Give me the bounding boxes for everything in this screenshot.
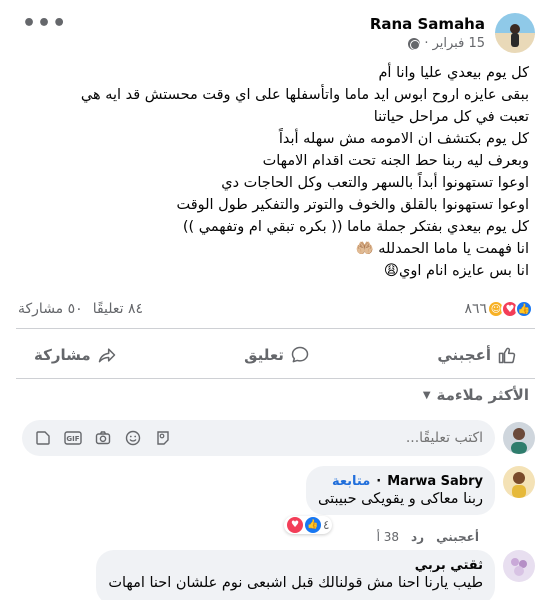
post-card: Rana Samaha 15 فبراير · ••• كل يوم بيعدي… [0, 0, 551, 600]
comment-icon [291, 346, 309, 363]
comment-text: ربنا معاكى و يقويكى حبيبتى [318, 491, 483, 507]
like-react-icon: 👍 [305, 517, 321, 533]
emoji-icon[interactable] [124, 429, 142, 447]
camera-icon[interactable] [94, 429, 112, 447]
post-stats: ٨٤ تعليقًا ٥٠ مشاركة ٨٦٦ ☺ ♥ 👍 [18, 296, 533, 322]
comment-composer: GIF [22, 420, 535, 456]
like-react-icon: 👍 [515, 300, 533, 318]
current-user-avatar[interactable] [503, 422, 535, 454]
post-line: كل يوم بكتشف ان الامومه مش سهله أبداً [278, 131, 529, 147]
comment-meta: أعجبني رد 38 أ [377, 530, 479, 544]
comment-button[interactable]: تعليق [228, 341, 326, 369]
comment-input[interactable] [303, 430, 483, 446]
commenter-avatar[interactable] [503, 466, 535, 498]
comment-sort-dropdown[interactable]: الأكثر ملاءمة ▼ [423, 386, 529, 404]
post-actions: أعجبني تعليق مشاركة [18, 338, 533, 372]
comments-count[interactable]: ٨٤ تعليقًا [93, 301, 143, 317]
thumbs-up-icon [498, 347, 516, 364]
comment-item: ثقتي بربي طيب يارنا احنا مش قولنالك قبل … [96, 550, 535, 600]
love-react-icon: ♥ [287, 517, 303, 533]
author-avatar[interactable] [495, 13, 535, 53]
comment-reactions[interactable]: ♥ 👍 ٤ [284, 516, 333, 534]
like-button[interactable]: أعجبني [421, 341, 533, 369]
comment-time[interactable]: 38 أ [377, 530, 399, 544]
author-name[interactable]: Rana Samaha [370, 15, 485, 33]
svg-text:GIF: GIF [66, 435, 79, 443]
share-label: مشاركة [34, 346, 91, 364]
share-button[interactable]: مشاركة [18, 341, 133, 369]
post-line: كل يوم بيعدي عليا وانا أم [378, 65, 529, 81]
reactions-count[interactable]: ٨٦٦ [464, 301, 487, 317]
comment-like-button[interactable]: أعجبني [436, 530, 479, 544]
post-line: وبعرف ليه ربنا حط الجنه تحت اقدام الامها… [262, 153, 529, 169]
comment-label: تعليق [244, 346, 284, 364]
comment-reply-button[interactable]: رد [411, 530, 424, 544]
gif-icon[interactable]: GIF [64, 429, 82, 447]
commenter-name[interactable]: Marwa Sabry [387, 474, 483, 489]
post-header: Rana Samaha 15 فبراير · [0, 8, 551, 58]
divider [16, 378, 535, 379]
commenter-name[interactable]: ثقتي بربي [415, 558, 483, 573]
sort-label: الأكثر ملاءمة [436, 386, 529, 404]
commenter-avatar[interactable] [503, 550, 535, 582]
post-line: انا فهمت يا ماما الحمدلله 🤲🏼 [355, 241, 529, 257]
avatar-sticker-icon[interactable] [154, 429, 172, 447]
globe-icon [408, 37, 421, 50]
comment-text: طيب يارنا احنا مش قولنالك قبل اشبعى نوم … [108, 575, 483, 591]
post-line: كل يوم بيعدي بفتكر جملة ماما (( بكره تبق… [182, 219, 529, 235]
shares-count[interactable]: ٥٠ مشاركة [18, 301, 83, 317]
post-line: ببقى عايزه اروح ابوس ايد ماما واتأسفلها … [80, 87, 529, 103]
chevron-down-icon: ▼ [422, 389, 431, 401]
comment-bubble: ثقتي بربي طيب يارنا احنا مش قولنالك قبل … [96, 550, 495, 600]
share-icon [98, 348, 115, 363]
like-label: أعجبني [437, 346, 491, 364]
post-date[interactable]: 15 فبراير · [424, 36, 485, 51]
post-line: اوعوا تستهونوا أبداً بالسهر والتعب وكل ا… [221, 175, 529, 191]
comment-input-box[interactable]: GIF [22, 420, 495, 456]
more-options-button[interactable]: ••• [22, 13, 67, 35]
sticker-icon[interactable] [34, 429, 52, 447]
post-line: انا بس عايزه انام اوي😩 [383, 263, 529, 279]
divider [16, 328, 535, 329]
follow-button[interactable]: متابعة [332, 474, 370, 489]
comment-item: Marwa Sabry · متابعة ربنا معاكى و يقويكى… [306, 466, 535, 515]
post-text: كل يوم بيعدي عليا وانا أم ببقى عايزه ارو… [16, 62, 529, 282]
comment-bubble: Marwa Sabry · متابعة ربنا معاكى و يقويكى… [306, 466, 495, 515]
post-line: اوعوا تستهونوا بالقلق والخوف والتوتر وال… [176, 197, 529, 213]
post-line: تعبت في كل مراحل حياتنا [373, 109, 529, 125]
reactions-summary[interactable]: ☺ ♥ 👍 [487, 300, 533, 318]
comment-reaction-count: ٤ [323, 518, 330, 532]
